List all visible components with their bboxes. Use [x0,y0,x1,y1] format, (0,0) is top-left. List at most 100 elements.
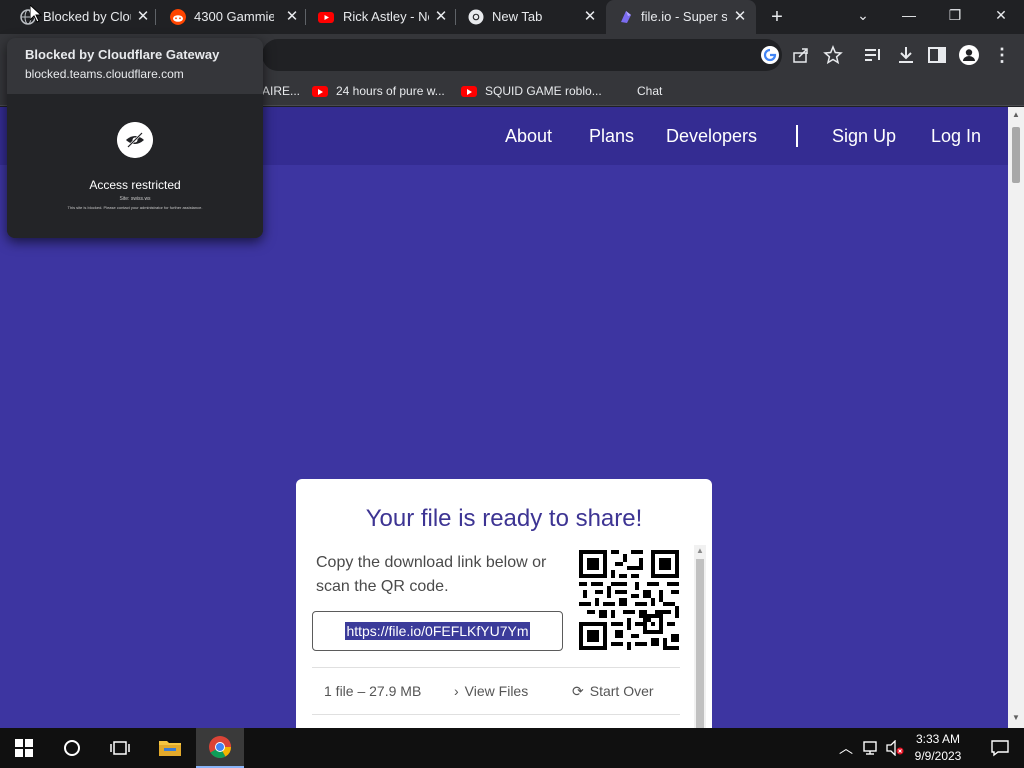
file-explorer-button[interactable] [146,728,194,768]
youtube-icon [318,12,334,23]
tab-title: file.io - Super si [641,9,727,24]
fileio-icon [621,11,631,23]
close-icon[interactable]: ✕ [582,8,598,26]
hover-card-site-text: Site: swiss.ws [119,196,151,202]
cortana-button[interactable] [48,728,96,768]
google-lens-icon[interactable] [759,44,781,66]
windows-taskbar: ︿ 3:33 AM 9/9/2023 [0,728,1024,768]
card-divider [312,714,680,715]
window-close-button[interactable]: ✕ [978,0,1024,30]
chevron-right-icon: › [454,683,459,699]
nav-about-link[interactable]: About [505,126,552,147]
chrome-icon [468,9,484,25]
download-link-text[interactable]: https://file.io/0FEFLKfYU7Ym [345,622,530,640]
address-bar[interactable] [262,39,782,71]
tab-strip: Blocked by Clou ✕ 4300 Gammies ✕ Rick As… [0,0,1024,34]
windows-logo-icon [15,739,33,757]
clock-date[interactable]: 9/9/2023 [900,749,976,763]
bookmark-label: AIRE... [262,84,301,98]
qr-code [579,550,679,650]
hover-card-preview [7,94,263,238]
bookmark-label: SQUID GAME roblo... [485,84,602,98]
bookmark-item[interactable]: 24 hours of pure w... [312,82,445,100]
tab-hover-card: Blocked by Cloudflare Gateway blocked.te… [7,38,263,238]
cortana-circle-icon [64,740,80,756]
tray-chevron-up-icon[interactable]: ︿ [832,728,860,768]
hover-card-access-text: Access restricted [89,178,181,192]
start-over-button[interactable]: ⟳ Start Over [572,683,654,700]
tab-youtube[interactable]: Rick Astley - Ne ✕ [306,0,456,34]
tab-fileio[interactable]: file.io - Super si ✕ [606,0,756,34]
start-over-label: Start Over [589,683,654,699]
hover-card-header: Blocked by Cloudflare Gateway blocked.te… [7,38,263,94]
share-card: Your file is ready to share! Copy the do… [296,479,712,728]
close-icon[interactable]: ✕ [732,8,748,26]
bookmark-label: Chat [637,84,663,98]
network-glyph [863,741,877,755]
tab-title: 4300 Gammies [194,9,274,24]
profile-avatar-icon[interactable] [958,44,980,66]
mouse-cursor-icon [30,5,42,23]
folder-icon [159,741,181,756]
tab-blocked[interactable]: Blocked by Clou ✕ [0,0,156,34]
close-icon[interactable]: ✕ [284,8,300,26]
bookmark-item[interactable]: Chat [637,82,662,100]
clock-time[interactable]: 3:33 AM [900,732,976,746]
tab-title: Rick Astley - Ne [343,9,429,24]
hover-card-title: Blocked by Cloudflare Gateway [25,47,220,62]
nav-signup-link[interactable]: Sign Up [832,126,896,147]
card-divider [312,667,680,668]
bookmark-item[interactable]: AIRE... [262,82,300,100]
bookmark-label: 24 hours of pure w... [336,84,445,98]
tab-reddit[interactable]: 4300 Gammies ✕ [156,0,306,34]
menu-kebab-icon[interactable]: ⋮ [991,44,1013,66]
card-scrollbar[interactable]: ▲ [694,545,706,728]
share-icon[interactable] [790,44,812,66]
start-button[interactable] [0,728,48,768]
page-scroll-thumb[interactable] [1012,127,1020,183]
bookmark-star-icon[interactable] [822,44,844,66]
side-panel-icon[interactable] [926,44,948,66]
card-scroll-thumb[interactable] [696,559,704,728]
card-description: Copy the download link below or scan the… [316,554,547,595]
reddit-icon [170,9,186,25]
close-icon[interactable]: ✕ [135,8,151,26]
tab-title: New Tab [492,9,543,24]
chrome-icon [209,736,231,758]
restore-button[interactable]: ❐ [932,0,978,30]
new-tab-button[interactable]: + [754,2,800,32]
task-view-icon [110,741,130,755]
notification-center-button[interactable] [976,728,1024,768]
nav-divider [796,125,798,147]
card-title: Your file is ready to share! [365,505,643,532]
download-icon[interactable] [895,44,917,66]
eye-slash-icon [117,122,153,158]
task-view-button[interactable] [96,728,144,768]
hover-card-url: blocked.teams.cloudflare.com [25,67,184,81]
tab-search-chevron-icon[interactable]: ⌄ [840,0,886,30]
nav-plans-link[interactable]: Plans [589,126,634,147]
download-link-field[interactable]: https://file.io/0FEFLKfYU7Ym [312,611,563,651]
nav-login-link[interactable]: Log In [931,126,981,147]
youtube-icon [461,85,477,97]
tab-title: Blocked by Clou [43,9,131,24]
tab-new-tab[interactable]: New Tab ✕ [456,0,606,34]
view-files-button[interactable]: › View Files [454,683,528,699]
close-icon[interactable]: ✕ [433,8,449,26]
bookmark-item[interactable]: SQUID GAME roblo... [461,82,602,100]
nav-developers-link[interactable]: Developers [666,126,757,147]
media-queue-icon[interactable] [862,44,884,66]
scroll-up-arrow-icon[interactable]: ▲ [1012,110,1020,119]
scroll-down-arrow-icon[interactable]: ▼ [1012,713,1020,722]
page-scrollbar[interactable]: ▲ ▼ [1008,107,1024,728]
hover-card-message: This site is blocked. Please contact you… [67,205,203,210]
file-info: 1 file – 27.9 MB [324,683,422,699]
notification-icon [991,740,1009,757]
refresh-icon: ⟳ [572,683,584,699]
scroll-up-arrow-icon[interactable]: ▲ [696,546,704,555]
chrome-taskbar-button[interactable] [196,728,244,768]
youtube-icon [312,85,328,97]
minimize-button[interactable]: — [886,0,932,30]
view-files-label: View Files [464,683,529,699]
network-icon[interactable] [858,728,884,768]
